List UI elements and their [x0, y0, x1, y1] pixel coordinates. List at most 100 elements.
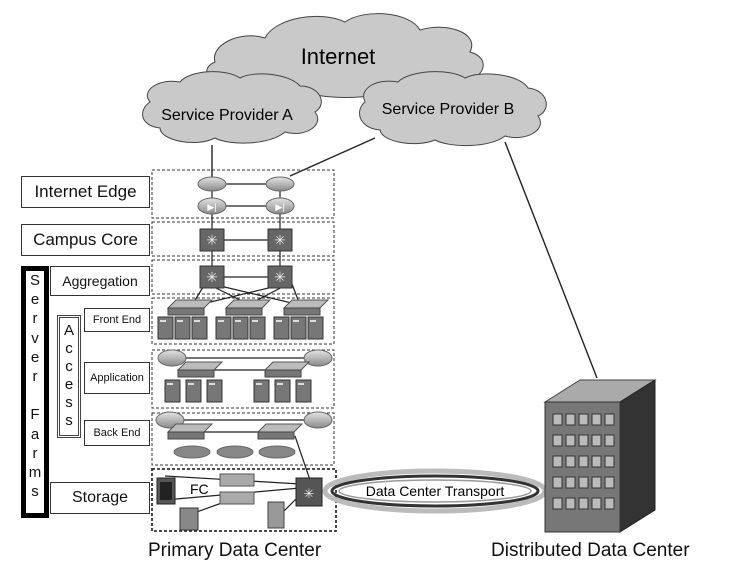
wan-links: [211, 137, 598, 379]
building-window: [604, 434, 615, 447]
access-letter: c: [65, 340, 73, 357]
app-firewall-2: [303, 349, 333, 367]
access-group: Access: [57, 315, 81, 438]
link-provider-b-to-distributed: [504, 141, 598, 379]
building-window: [591, 434, 602, 447]
disk-server-icon: [267, 501, 285, 529]
transport-label: Data Center Transport: [366, 483, 505, 499]
campus-core-label: Campus Core: [21, 224, 150, 256]
distributed-data-center-caption: Distributed Data Center: [491, 540, 690, 561]
svg-text:✳: ✳: [206, 232, 218, 248]
svg-text:▶|: ▶|: [207, 202, 216, 212]
building-window: [578, 476, 589, 489]
building-window: [578, 455, 589, 468]
access-letter: s: [65, 394, 73, 411]
server-farms-letter: s: [31, 483, 39, 501]
disk-storage: [173, 445, 211, 459]
edge-router-1: [197, 176, 227, 192]
server-farms-group: Server Farms: [21, 266, 49, 518]
aggregation-switch-2: ✳: [267, 265, 293, 289]
server-farms-letter: e: [30, 291, 40, 309]
app-server: [295, 379, 312, 403]
building-window: [578, 434, 589, 447]
fc-switch-1: [219, 473, 255, 487]
service-provider-b-label: Service Provider B: [382, 101, 515, 118]
internet-edge-label: Internet Edge: [21, 176, 150, 208]
front-end-server: [191, 316, 208, 340]
front-end-servers: [157, 299, 330, 340]
svg-text:✳: ✳: [274, 269, 286, 285]
building-window: [552, 455, 563, 468]
building-window: [565, 497, 576, 510]
server-farms-letter: r: [32, 444, 38, 462]
building-window: [565, 476, 576, 489]
internet-edge-box: [151, 169, 335, 219]
server-farms-letter: F: [30, 406, 40, 424]
app-server: [253, 379, 270, 403]
building-window: [565, 455, 576, 468]
aggregation-switch-1: ✳: [199, 265, 225, 289]
back-end-devices: [155, 411, 333, 459]
front-end-server: [290, 316, 307, 340]
svg-text:▶|: ▶|: [275, 202, 284, 212]
internet-label: Internet: [301, 44, 376, 69]
server-farms-letter: e: [30, 348, 40, 366]
service-provider-a-label: Service Provider A: [161, 107, 293, 124]
access-letter: s: [65, 412, 73, 429]
data-center-diagram: Internet Service Provider A Service Prov…: [0, 0, 737, 570]
multilayer-switch: ✳: [295, 477, 323, 507]
campus-core-box: [151, 221, 335, 257]
svg-text:✳: ✳: [304, 486, 315, 501]
svg-text:✳: ✳: [274, 232, 286, 248]
building-window: [591, 497, 602, 510]
core-switch-1: ✳: [199, 228, 225, 252]
access-letter: e: [64, 376, 74, 393]
app-server: [274, 379, 291, 403]
core-switch-2: ✳: [267, 228, 293, 252]
front-end-server: [174, 316, 191, 340]
tape-library-icon: [179, 507, 199, 531]
disk-storage: [216, 445, 254, 459]
building-window: [565, 413, 576, 426]
app-server: [206, 379, 223, 403]
building-icon: [543, 379, 657, 533]
app-switch-2: [263, 361, 311, 378]
server-farms-letter: m: [28, 464, 42, 482]
building-window: [565, 434, 576, 447]
stack-links: [164, 178, 318, 519]
server-farms-letter: [33, 386, 37, 405]
server-farms-letter: r: [32, 310, 38, 328]
building-window: [552, 497, 563, 510]
fc-label: FC: [190, 481, 209, 497]
front-end-switch: [224, 299, 272, 316]
app-server: [164, 379, 181, 403]
building-window: [604, 455, 615, 468]
firewall-1: ▶|: [197, 197, 227, 215]
building-window: [552, 413, 563, 426]
back-end-label: Back End: [84, 420, 150, 446]
access-letter: A: [63, 322, 74, 339]
app-firewall-1: [157, 349, 187, 367]
front-end-server: [215, 316, 232, 340]
back-end-firewall-2: [303, 411, 333, 429]
building-window: [591, 476, 602, 489]
building-window: [591, 455, 602, 468]
front-end-server: [307, 316, 324, 340]
front-end-switch: [282, 299, 330, 316]
building-window: [604, 497, 615, 510]
building-window: [578, 497, 589, 510]
front-end-server: [157, 316, 174, 340]
front-end-server: [273, 316, 290, 340]
front-end-server: [232, 316, 249, 340]
storage-label: Storage: [50, 482, 150, 514]
building-window: [604, 476, 615, 489]
access-letter: c: [65, 358, 73, 375]
building-window: [604, 413, 615, 426]
application-label: Application: [84, 362, 150, 394]
server-farms-letter: S: [29, 272, 40, 289]
front-end-switch: [166, 299, 214, 316]
firewall-2: ▶|: [265, 197, 295, 215]
server-farms-letter: a: [30, 425, 40, 443]
building-window: [552, 476, 563, 489]
aggregation-label: Aggregation: [50, 266, 150, 296]
